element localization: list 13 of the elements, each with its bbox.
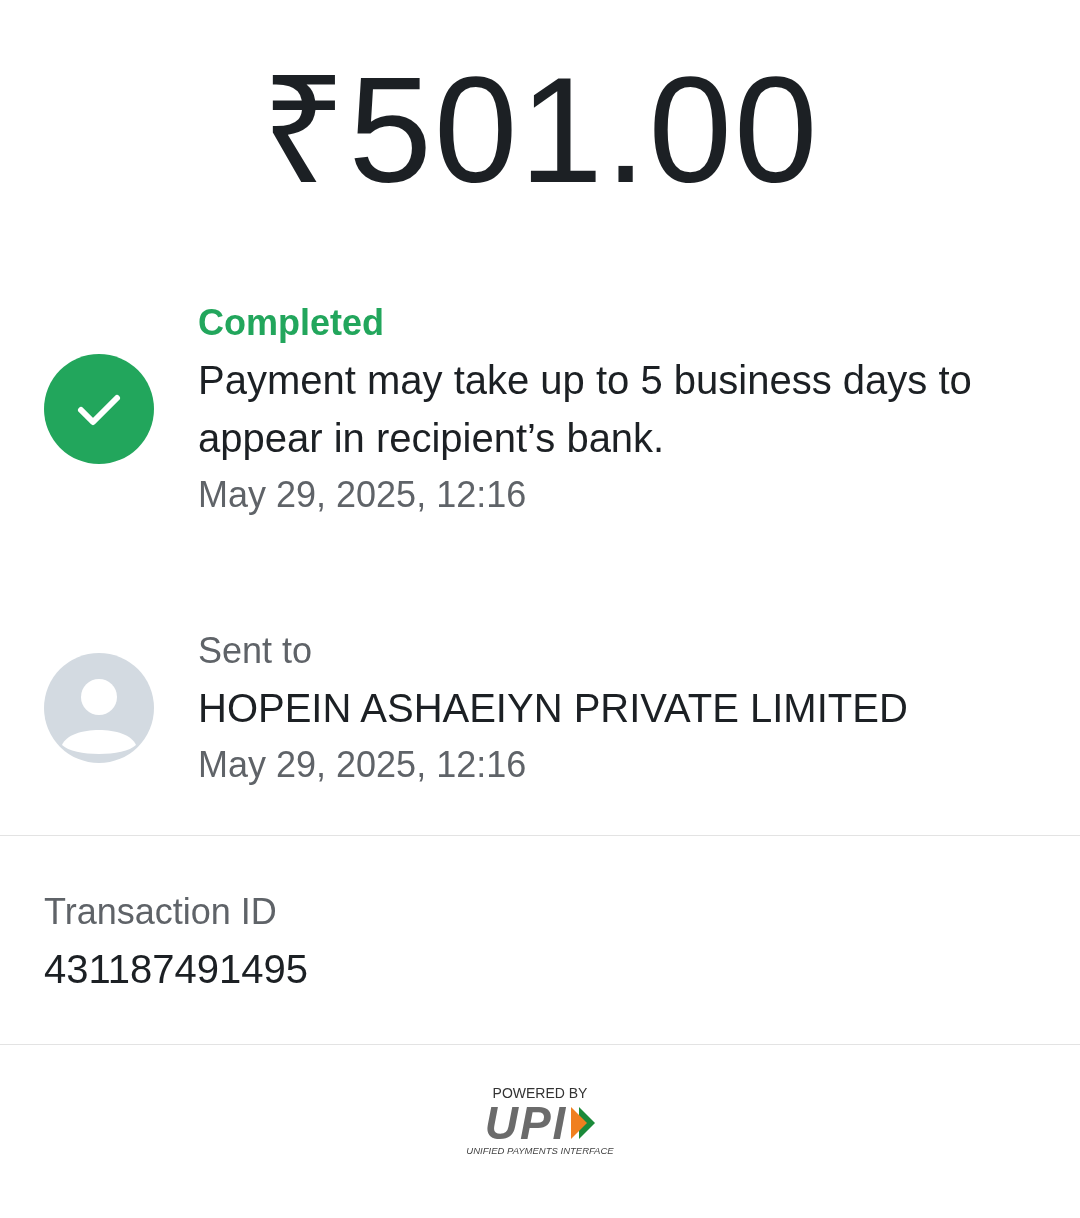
powered-by-text: POWERED BY — [492, 1085, 588, 1101]
upi-tagline: UNIFIED PAYMENTS INTERFACE — [466, 1145, 614, 1156]
sent-time: May 29, 2025, 12:16 — [198, 743, 528, 787]
transaction-id: 431187491495 — [44, 946, 309, 993]
status-label: Completed — [198, 301, 385, 345]
avatar-icon — [44, 653, 154, 763]
sent-to-label: Sent to — [198, 629, 314, 673]
recipient-name: HOPEIN ASHAEIYN PRIVATE LIMITED — [198, 685, 909, 732]
status-message: Payment may take up to 5 business days to appear in recipient’s bank. — [198, 357, 973, 462]
upi-logo: UPI — [484, 1101, 568, 1145]
amount-text: ₹501.00 — [259, 45, 821, 210]
status-time: May 29, 2025, 12:16 — [198, 473, 528, 517]
transaction-id-label: Transaction ID — [44, 890, 278, 934]
